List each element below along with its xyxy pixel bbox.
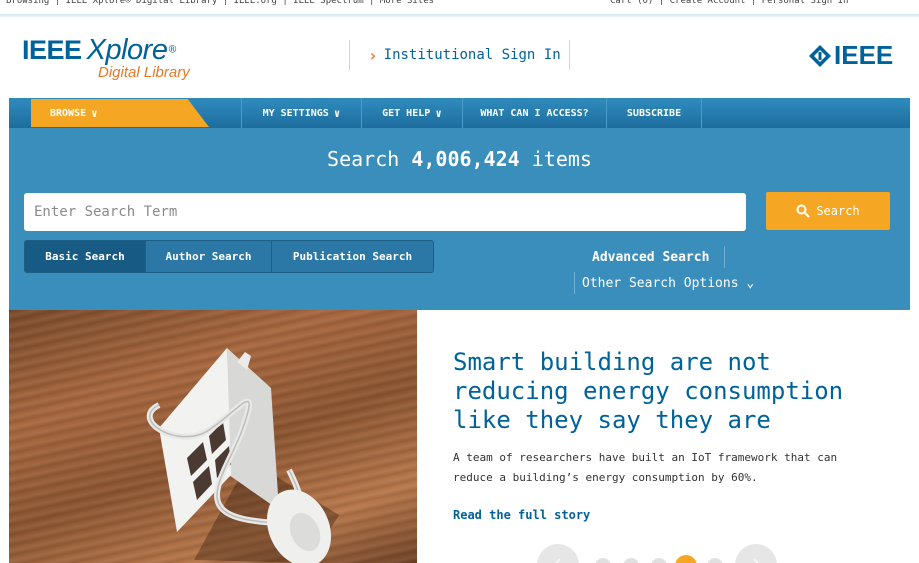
- other-search-options-link[interactable]: Other Search Options ⌄: [582, 276, 754, 291]
- chevron-down-icon: ∨: [333, 106, 341, 120]
- nav-browse-label: BROWSE: [50, 107, 87, 119]
- nav-my-settings[interactable]: MY SETTINGS ∨: [241, 98, 362, 128]
- chevron-right-icon: ›: [368, 45, 378, 65]
- nav-get-help-label: GET HELP: [382, 107, 431, 119]
- search-count-value: 4,006,424: [411, 147, 520, 171]
- tab-publication-search[interactable]: Publication Search: [272, 241, 433, 272]
- search-count-heading: Search 4,006,424 items: [9, 147, 910, 171]
- search-count-prefix: Search: [327, 147, 400, 171]
- nav-browse[interactable]: BROWSE ∨: [31, 99, 209, 127]
- search-input[interactable]: [24, 193, 746, 231]
- chevron-down-icon: ∨: [91, 106, 98, 120]
- search-type-tabs: Basic Search Author Search Publication S…: [24, 240, 434, 273]
- top-links-right[interactable]: Cart (0) | Create Account | Personal Sig…: [610, 0, 848, 8]
- logo-reg-mark: ®: [167, 44, 178, 56]
- search-button-label: Search: [816, 204, 860, 218]
- site-header: IEEE Xplore® Digital Library › Instituti…: [0, 18, 919, 98]
- divider: [724, 246, 725, 268]
- carousel-dot[interactable]: [651, 558, 667, 563]
- ieee-logo-text: IEEE: [834, 40, 894, 70]
- carousel-dot[interactable]: [623, 558, 639, 563]
- nav-subscribe[interactable]: SUBSCRIBE: [607, 98, 702, 128]
- nav-what-can-i-access[interactable]: WHAT CAN I ACCESS?: [463, 98, 607, 128]
- search-button[interactable]: Search: [766, 192, 890, 230]
- hero-story: Smart building are not reducing energy c…: [417, 310, 910, 563]
- institutional-sign-in-link[interactable]: › Institutional Sign In: [349, 40, 570, 70]
- ieee-diamond-icon: [809, 44, 831, 67]
- read-full-story-link[interactable]: Read the full story: [453, 508, 590, 522]
- search-count-suffix: items: [531, 147, 592, 171]
- tab-basic-search[interactable]: Basic Search: [25, 241, 146, 272]
- advanced-search-link[interactable]: Advanced Search: [592, 250, 709, 265]
- logo-xplore-text: Xplore: [86, 34, 168, 66]
- carousel-next-arrow-icon[interactable]: ›: [735, 544, 777, 563]
- nav-subscribe-label: SUBSCRIBE: [626, 107, 682, 119]
- nav-my-settings-label: MY SETTINGS: [262, 107, 329, 119]
- xplore-logo[interactable]: IEEE Xplore® Digital Library: [22, 34, 190, 81]
- institutional-sign-in-label: Institutional Sign In: [383, 47, 561, 63]
- logo-ieee-text: IEEE: [22, 35, 82, 65]
- logo-digital-library-text: Digital Library: [98, 64, 190, 81]
- hero-title[interactable]: Smart building are not reducing energy c…: [453, 348, 893, 435]
- carousel-prev-arrow-icon[interactable]: ‹: [537, 544, 579, 563]
- chevron-down-icon: ∨: [435, 106, 442, 120]
- nav-what-can-i-access-label: WHAT CAN I ACCESS?: [480, 107, 589, 119]
- carousel-dot[interactable]: [595, 558, 611, 563]
- carousel-controls: ‹ ›: [537, 544, 797, 563]
- search-icon: [796, 204, 811, 218]
- paper-house-illustration: [146, 348, 339, 563]
- nav-get-help[interactable]: GET HELP ∨: [362, 98, 463, 128]
- hero-description: A team of researchers have built an IoT …: [453, 451, 838, 484]
- ieee-logo[interactable]: IEEE: [808, 40, 893, 71]
- top-links-left[interactable]: Browsing | IEEE Xplore® Digital Library …: [6, 0, 434, 8]
- chevron-down-icon: ⌄: [746, 276, 755, 291]
- divider: [574, 272, 575, 294]
- main-nav: BROWSE ∨ MY SETTINGS ∨ GET HELP ∨ WHAT C…: [9, 98, 910, 128]
- other-search-options-label: Other Search Options: [582, 276, 739, 291]
- carousel-dot-active[interactable]: [675, 555, 697, 563]
- tab-author-search[interactable]: Author Search: [146, 241, 272, 272]
- hero-image[interactable]: [9, 310, 417, 563]
- top-utility-bar: Browsing | IEEE Xplore® Digital Library …: [0, 0, 919, 18]
- search-panel: Search 4,006,424 items Search Basic Sear…: [9, 128, 910, 310]
- carousel-dot[interactable]: [707, 558, 723, 563]
